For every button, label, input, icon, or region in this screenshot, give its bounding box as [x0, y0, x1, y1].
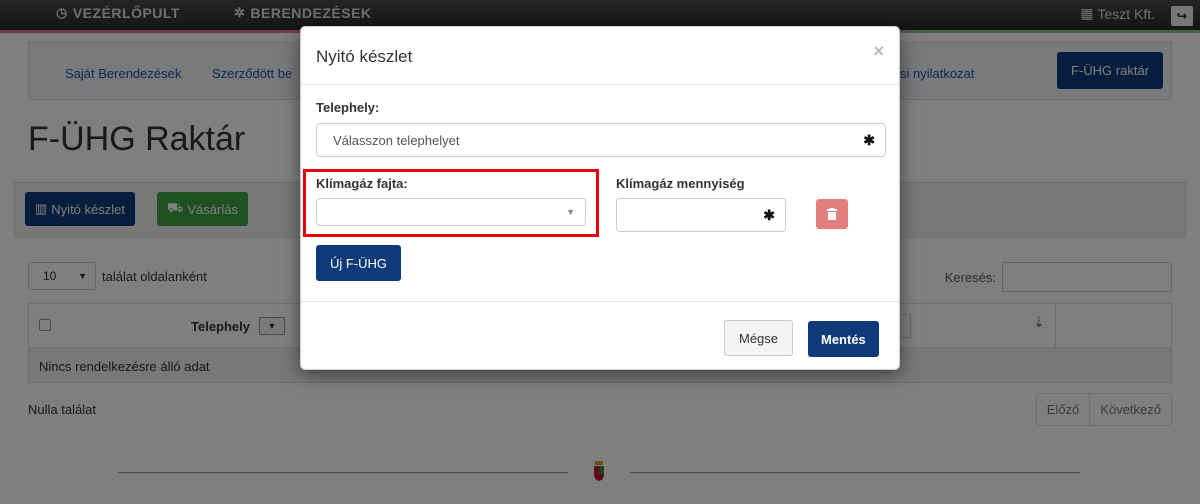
cancel-button[interactable]: Mégse — [724, 320, 794, 356]
gas-type-select[interactable]: ▼ — [316, 198, 586, 226]
modal-title: Nyitó készlet — [316, 47, 413, 66]
gas-type-label: Klímagáz fajta: — [316, 176, 408, 191]
new-fghg-button[interactable]: Új F-ÜHG — [316, 245, 402, 281]
delete-row-button[interactable] — [816, 199, 848, 229]
opening-stock-modal: Nyitó készlet × Telephely: Válasszon tel… — [300, 26, 900, 370]
modal-footer: Mégse Mentés — [301, 301, 899, 369]
gas-qty-label: Klímagáz mennyiség — [616, 176, 745, 191]
gas-qty-input[interactable]: ✱ — [616, 198, 786, 232]
save-button[interactable]: Mentés — [808, 321, 879, 357]
site-select[interactable]: Válasszon telephelyet ✱ — [316, 123, 886, 157]
trash-icon — [827, 208, 837, 220]
chevron-down-icon: ▼ — [566, 207, 575, 217]
required-icon: ✱ — [863, 132, 875, 148]
site-label: Telephely: — [316, 100, 380, 115]
required-icon: ✱ — [763, 207, 775, 223]
modal-header: Nyitó készlet × — [301, 27, 899, 85]
close-icon[interactable]: × — [873, 41, 884, 62]
site-placeholder: Válasszon telephelyet — [333, 133, 460, 148]
